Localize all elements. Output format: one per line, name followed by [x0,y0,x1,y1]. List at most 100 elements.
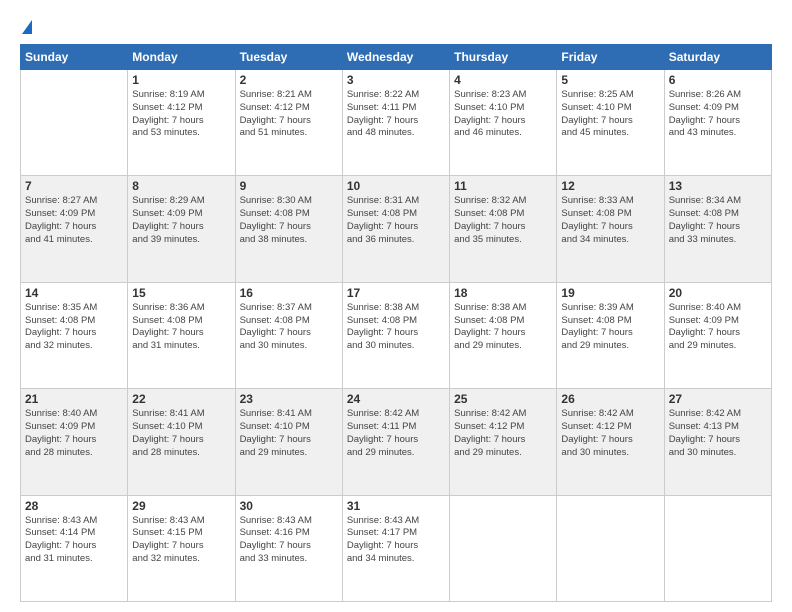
calendar-cell: 26 Sunrise: 8:42 AM Sunset: 4:12 PM Dayli… [557,389,664,495]
cell-info: Sunrise: 8:26 AM Sunset: 4:09 PM Dayligh… [669,89,767,140]
calendar-cell: 12 Sunrise: 8:33 AM Sunset: 4:08 PM Dayli… [557,176,664,282]
calendar-cell: 9Sunrise: 8:30 AM Sunset: 4:08 PM Daylig… [235,176,342,282]
calendar-day-header: Sunday [21,45,128,70]
calendar-cell: 4 Sunrise: 8:23 AM Sunset: 4:10 PM Daylig… [450,70,557,176]
calendar-header-row: SundayMondayTuesdayWednesdayThursdayFrid… [21,45,772,70]
calendar-cell: 3 Sunrise: 8:22 AM Sunset: 4:11 PM Daylig… [342,70,449,176]
calendar-cell: 28 Sunrise: 8:43 AM Sunset: 4:14 PM Dayli… [21,495,128,601]
cell-info: Sunrise: 8:42 AM Sunset: 4:11 PM Dayligh… [347,408,445,459]
cell-info: Sunrise: 8:31 AM Sunset: 4:08 PM Dayligh… [347,195,445,246]
cell-info: Sunrise: 8:43 AM Sunset: 4:14 PM Dayligh… [25,515,123,566]
cell-info: Sunrise: 8:29 AM Sunset: 4:09 PM Dayligh… [132,195,230,246]
calendar-day-header: Wednesday [342,45,449,70]
cell-info: Sunrise: 8:42 AM Sunset: 4:12 PM Dayligh… [454,408,552,459]
cell-info: Sunrise: 8:35 AM Sunset: 4:08 PM Dayligh… [25,302,123,353]
calendar-day-header: Tuesday [235,45,342,70]
day-number: 18 [454,286,552,300]
calendar-week-row: 1Sunrise: 8:19 AM Sunset: 4:12 PM Daylig… [21,70,772,176]
day-number: 5 [561,73,659,87]
cell-info: Sunrise: 8:38 AM Sunset: 4:08 PM Dayligh… [347,302,445,353]
cell-info: Sunrise: 8:25 AM Sunset: 4:10 PM Dayligh… [561,89,659,140]
day-number: 8 [132,179,230,193]
day-number: 22 [132,392,230,406]
calendar-cell: 27Sunrise: 8:42 AM Sunset: 4:13 PM Dayli… [664,389,771,495]
cell-info: Sunrise: 8:32 AM Sunset: 4:08 PM Dayligh… [454,195,552,246]
cell-info: Sunrise: 8:33 AM Sunset: 4:08 PM Dayligh… [561,195,659,246]
calendar-cell: 5 Sunrise: 8:25 AM Sunset: 4:10 PM Daylig… [557,70,664,176]
calendar-cell: 8 Sunrise: 8:29 AM Sunset: 4:09 PM Daylig… [128,176,235,282]
calendar-cell: 17 Sunrise: 8:38 AM Sunset: 4:08 PM Dayli… [342,282,449,388]
calendar-cell: 30 Sunrise: 8:43 AM Sunset: 4:16 PM Dayli… [235,495,342,601]
cell-info: Sunrise: 8:34 AM Sunset: 4:08 PM Dayligh… [669,195,767,246]
logo [20,20,32,34]
day-number: 3 [347,73,445,87]
cell-info: Sunrise: 8:27 AM Sunset: 4:09 PM Dayligh… [25,195,123,246]
day-number: 23 [240,392,338,406]
day-number: 26 [561,392,659,406]
calendar-day-header: Monday [128,45,235,70]
day-number: 2 [240,73,338,87]
cell-info: Sunrise: 8:39 AM Sunset: 4:08 PM Dayligh… [561,302,659,353]
day-number: 15 [132,286,230,300]
calendar-cell: 6 Sunrise: 8:26 AM Sunset: 4:09 PM Daylig… [664,70,771,176]
day-number: 19 [561,286,659,300]
calendar-cell: 11 Sunrise: 8:32 AM Sunset: 4:08 PM Dayli… [450,176,557,282]
calendar-cell: 21 Sunrise: 8:40 AM Sunset: 4:09 PM Dayli… [21,389,128,495]
cell-info: Sunrise: 8:19 AM Sunset: 4:12 PM Dayligh… [132,89,230,140]
day-number: 6 [669,73,767,87]
cell-info: Sunrise: 8:43 AM Sunset: 4:16 PM Dayligh… [240,515,338,566]
cell-info: Sunrise: 8:30 AM Sunset: 4:08 PM Dayligh… [240,195,338,246]
calendar-cell: 23 Sunrise: 8:41 AM Sunset: 4:10 PM Dayli… [235,389,342,495]
cell-info: Sunrise: 8:42 AM Sunset: 4:12 PM Dayligh… [561,408,659,459]
cell-info: Sunrise: 8:42 AM Sunset: 4:13 PM Dayligh… [669,408,767,459]
calendar-cell: 22 Sunrise: 8:41 AM Sunset: 4:10 PM Dayli… [128,389,235,495]
day-number: 11 [454,179,552,193]
calendar-cell: 1Sunrise: 8:19 AM Sunset: 4:12 PM Daylig… [128,70,235,176]
day-number: 12 [561,179,659,193]
cell-info: Sunrise: 8:40 AM Sunset: 4:09 PM Dayligh… [25,408,123,459]
cell-info: Sunrise: 8:38 AM Sunset: 4:08 PM Dayligh… [454,302,552,353]
calendar-week-row: 28 Sunrise: 8:43 AM Sunset: 4:14 PM Dayli… [21,495,772,601]
day-number: 10 [347,179,445,193]
day-number: 21 [25,392,123,406]
calendar-cell: 29Sunrise: 8:43 AM Sunset: 4:15 PM Dayli… [128,495,235,601]
calendar-cell: 16 Sunrise: 8:37 AM Sunset: 4:08 PM Dayli… [235,282,342,388]
calendar-cell: 15 Sunrise: 8:36 AM Sunset: 4:08 PM Dayli… [128,282,235,388]
calendar-cell [557,495,664,601]
day-number: 20 [669,286,767,300]
logo-triangle-icon [22,20,32,34]
day-number: 7 [25,179,123,193]
day-number: 24 [347,392,445,406]
calendar-cell [450,495,557,601]
day-number: 25 [454,392,552,406]
cell-info: Sunrise: 8:41 AM Sunset: 4:10 PM Dayligh… [240,408,338,459]
calendar-cell: 14Sunrise: 8:35 AM Sunset: 4:08 PM Dayli… [21,282,128,388]
day-number: 16 [240,286,338,300]
day-number: 4 [454,73,552,87]
calendar-cell [664,495,771,601]
header [20,16,772,34]
cell-info: Sunrise: 8:22 AM Sunset: 4:11 PM Dayligh… [347,89,445,140]
calendar-week-row: 7 Sunrise: 8:27 AM Sunset: 4:09 PM Daylig… [21,176,772,282]
day-number: 31 [347,499,445,513]
calendar-week-row: 21 Sunrise: 8:40 AM Sunset: 4:09 PM Dayli… [21,389,772,495]
cell-info: Sunrise: 8:36 AM Sunset: 4:08 PM Dayligh… [132,302,230,353]
cell-info: Sunrise: 8:40 AM Sunset: 4:09 PM Dayligh… [669,302,767,353]
day-number: 13 [669,179,767,193]
calendar-cell: 10 Sunrise: 8:31 AM Sunset: 4:08 PM Dayli… [342,176,449,282]
cell-info: Sunrise: 8:23 AM Sunset: 4:10 PM Dayligh… [454,89,552,140]
calendar-cell: 19 Sunrise: 8:39 AM Sunset: 4:08 PM Dayli… [557,282,664,388]
calendar-cell: 2 Sunrise: 8:21 AM Sunset: 4:12 PM Daylig… [235,70,342,176]
calendar-cell: 20 Sunrise: 8:40 AM Sunset: 4:09 PM Dayli… [664,282,771,388]
day-number: 30 [240,499,338,513]
day-number: 17 [347,286,445,300]
calendar-cell [21,70,128,176]
cell-info: Sunrise: 8:41 AM Sunset: 4:10 PM Dayligh… [132,408,230,459]
cell-info: Sunrise: 8:43 AM Sunset: 4:15 PM Dayligh… [132,515,230,566]
calendar-cell: 18 Sunrise: 8:38 AM Sunset: 4:08 PM Dayli… [450,282,557,388]
calendar-cell: 7 Sunrise: 8:27 AM Sunset: 4:09 PM Daylig… [21,176,128,282]
calendar-day-header: Friday [557,45,664,70]
cell-info: Sunrise: 8:37 AM Sunset: 4:08 PM Dayligh… [240,302,338,353]
cell-info: Sunrise: 8:21 AM Sunset: 4:12 PM Dayligh… [240,89,338,140]
day-number: 28 [25,499,123,513]
